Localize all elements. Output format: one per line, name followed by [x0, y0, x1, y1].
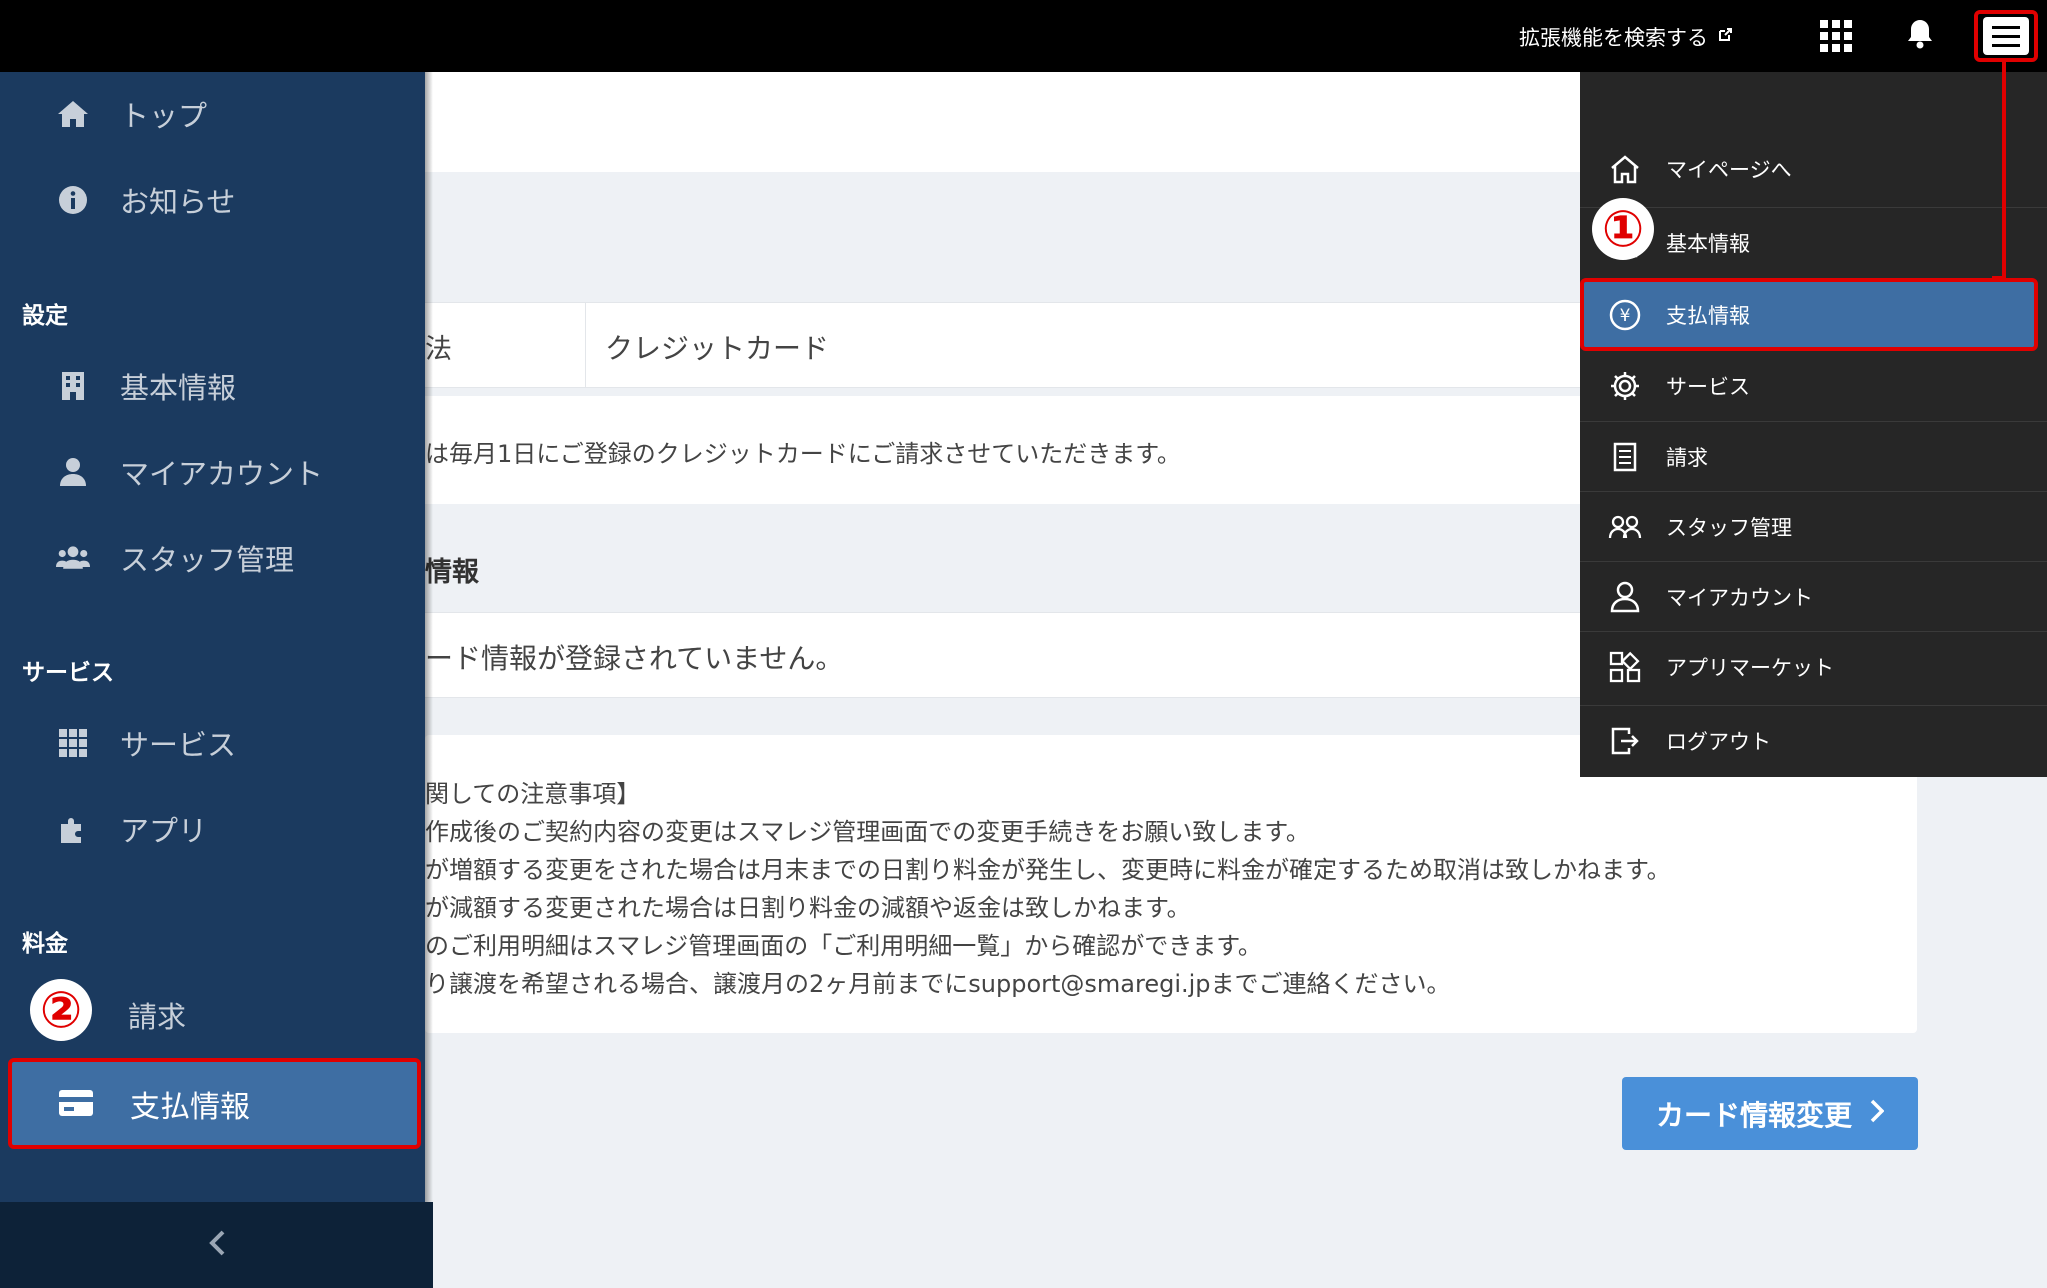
step-1-badge: ① — [1592, 198, 1654, 260]
notes-card: 関しての注意事項】 作成後のご契約内容の変更はスマレジ管理画面での変更手続きをお… — [425, 735, 1917, 1033]
dropdown-item-payment-info[interactable]: ¥ 支払情報 — [1580, 278, 2038, 351]
dropdown-item-my-account[interactable]: マイアカウント — [1580, 561, 2047, 631]
grid-icon — [56, 726, 90, 760]
sidebar-item-label: トップ — [120, 99, 208, 133]
payment-method-value: クレジットカード — [605, 332, 830, 365]
sidebar-item-basic-info[interactable]: 基本情報 — [0, 346, 425, 426]
chevron-right-icon — [1870, 1097, 1885, 1130]
card-section-title: 情報 — [425, 557, 479, 588]
user-outline-icon — [1608, 580, 1642, 614]
sidebar-item-apps[interactable]: アプリ — [0, 789, 425, 869]
hamburger-menu-button[interactable] — [1974, 10, 2038, 62]
notes-line: が増額する変更をされた場合は月末までの日割り料金が発生し、変更時に料金が確定する… — [425, 856, 1671, 884]
dropdown-item-label: 支払情報 — [1666, 303, 1750, 328]
document-icon — [1608, 440, 1642, 474]
sidebar-item-label: マイアカウント — [120, 457, 324, 491]
dropdown-item-label: スタッフ管理 — [1666, 515, 1792, 540]
change-card-label: カード情報変更 — [1655, 1098, 1852, 1132]
step-1-number: ① — [1592, 198, 1654, 260]
notes-line: が減額する変更された場合は日割り料金の減額や返金は致しかねます。 — [425, 894, 1191, 922]
card-empty-message: ード情報が登録されていません。 — [425, 642, 844, 675]
notes-line: 作成後のご契約内容の変更はスマレジ管理画面での変更手続きをお願い致します。 — [425, 818, 1310, 846]
sidebar-item-payment-info[interactable]: 支払情報 — [8, 1058, 421, 1149]
sidebar-item-staff[interactable]: スタッフ管理 — [0, 518, 425, 598]
sidebar-item-label: 基本情報 — [120, 371, 237, 405]
users-outline-icon — [1608, 510, 1642, 544]
dropdown-item-label: ログアウト — [1666, 729, 1771, 754]
user-icon — [56, 455, 90, 489]
notes-line: のご利用明細はスマレジ管理画面の「ご利用明細一覧」から確認ができます。 — [425, 932, 1262, 960]
sidebar-item-label: アプリ — [120, 814, 208, 848]
dropdown-item-app-market[interactable]: アプリマーケット — [1580, 631, 2047, 701]
dropdown-item-label: マイページへ — [1666, 158, 1792, 182]
building-icon — [56, 369, 90, 403]
change-card-button[interactable]: カード情報変更 — [1622, 1077, 1918, 1150]
gear-icon — [1608, 369, 1642, 403]
step-2-badge: ② — [30, 979, 92, 1041]
dropdown-item-billing[interactable]: 請求 — [1580, 421, 2047, 491]
dropdown-item-label: サービス — [1666, 375, 1750, 399]
card-info-row: ード情報が登録されていません。 — [425, 612, 1580, 698]
bell-icon[interactable] — [1906, 18, 1938, 54]
extension-search-label: 拡張機能を検索する — [1519, 26, 1708, 50]
section-fee: 料金 — [22, 931, 68, 957]
sidebar-item-label: お知らせ — [120, 185, 236, 219]
credit-card-icon — [58, 1089, 94, 1119]
sidebar-item-service[interactable]: サービス — [0, 703, 425, 783]
sidebar-item-news[interactable]: お知らせ — [0, 160, 425, 240]
row-divider — [585, 303, 586, 387]
dropdown-item-mypage[interactable]: マイページへ — [1580, 134, 2047, 204]
notes-line: 関しての注意事項】 — [425, 780, 641, 808]
logout-icon — [1608, 724, 1642, 758]
dropdown-item-label: アプリマーケット — [1666, 655, 1834, 680]
info-icon — [56, 183, 90, 217]
billing-note-card: は毎月1日にご登録のクレジットカードにご請求させていただきます。 — [425, 396, 1580, 504]
app-grid-icon[interactable] — [1820, 20, 1852, 52]
extension-search-link[interactable]: 拡張機能を検索する — [1519, 22, 1732, 52]
dropdown-item-label: マイアカウント — [1666, 585, 1813, 610]
payment-method-row: 法 クレジットカード — [425, 302, 1580, 388]
chevron-left-icon — [208, 1229, 226, 1261]
annotation-connector — [1992, 276, 2006, 280]
hamburger-menu-icon — [1983, 17, 2029, 55]
sidebar-item-label: 請求 — [128, 1000, 187, 1034]
dropdown-item-label: 基本情報 — [1666, 231, 1750, 256]
page-header-card — [425, 72, 1580, 172]
dropdown-item-service[interactable]: サービス — [1580, 351, 2047, 421]
notes-line: り譲渡を希望される場合、譲渡月の2ヶ月前までにsupport@smaregi.j… — [425, 970, 1451, 998]
sidebar-item-label: 支払情報 — [130, 1089, 250, 1125]
billing-note: は毎月1日にご登録のクレジットカードにご請求させていただきます。 — [425, 440, 1181, 468]
section-service: サービス — [22, 660, 114, 686]
section-settings: 設定 — [22, 303, 68, 329]
sidebar-item-my-account[interactable]: マイアカウント — [0, 432, 425, 512]
home-icon — [56, 97, 90, 131]
sidebar-item-label: スタッフ管理 — [120, 543, 295, 577]
apps-icon — [1608, 650, 1642, 684]
sidebar-item-top[interactable]: トップ — [0, 74, 425, 154]
users-icon — [56, 541, 90, 575]
external-link-icon — [1718, 28, 1732, 46]
dropdown-item-logout[interactable]: ログアウト — [1580, 705, 2047, 775]
sidebar-shadow — [425, 72, 433, 1288]
dropdown-item-label: 請求 — [1666, 445, 1708, 470]
dropdown-item-staff[interactable]: スタッフ管理 — [1580, 491, 2047, 561]
yen-circle-icon: ¥ — [1608, 298, 1642, 332]
sidebar-collapse-button[interactable] — [0, 1202, 433, 1288]
top-bar — [0, 0, 2047, 72]
sidebar-item-label: サービス — [120, 728, 237, 762]
step-2-number: ② — [30, 979, 92, 1041]
annotation-connector — [2002, 60, 2006, 282]
svg-text:¥: ¥ — [1620, 306, 1631, 326]
puzzle-icon — [56, 812, 90, 846]
home-outline-icon — [1608, 152, 1642, 186]
